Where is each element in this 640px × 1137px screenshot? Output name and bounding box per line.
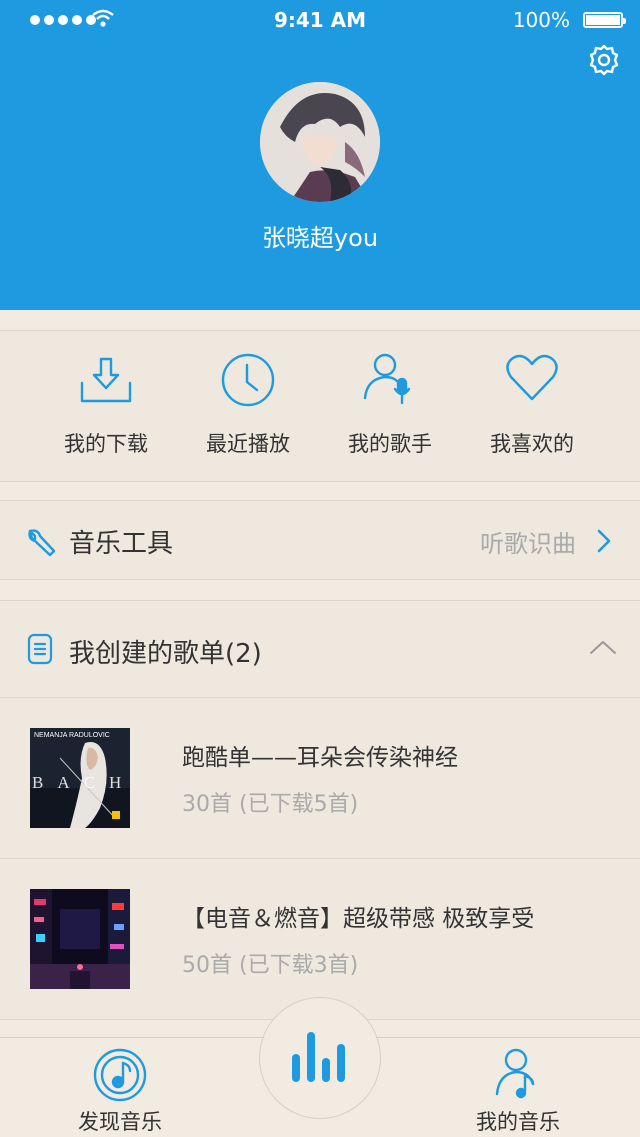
tab-discover-music[interactable]: 发现音乐 [50, 1038, 190, 1137]
quick-action-label: 我喜欢的 [490, 432, 574, 456]
playlist-cover: NEMANJA RADULOVIC BACH [30, 728, 130, 828]
tab-my-music[interactable]: 我的音乐 [448, 1038, 588, 1137]
song-recognition-link[interactable]: 听歌识曲 [480, 524, 576, 559]
playlist-count: 30首 (已下载5首) [182, 792, 359, 817]
music-tools-row[interactable]: 音乐工具 听歌识曲 [0, 500, 640, 580]
chevron-up-icon[interactable] [589, 639, 617, 655]
profile-header: 9:41 AM 100% 张晓超you [0, 0, 640, 310]
cover-image [30, 889, 130, 989]
avatar-image [260, 82, 380, 202]
playlist-title: 【电音＆燃音】超级带感 极致享受 [182, 906, 535, 932]
download-icon [80, 357, 132, 403]
username[interactable]: 张晓超you [0, 218, 640, 253]
quick-action-label: 最近播放 [206, 432, 290, 456]
playlist-icon [27, 633, 53, 665]
cover-letters: BACH [32, 773, 130, 792]
quick-action-label: 我的歌手 [348, 432, 432, 456]
heart-icon [506, 354, 558, 401]
equalizer-icon [292, 1032, 345, 1082]
playlist-count: 50首 (已下载3首) [182, 953, 359, 978]
tab-label: 我的音乐 [476, 1110, 560, 1134]
now-playing-button[interactable] [259, 997, 381, 1119]
clock-icon [221, 353, 275, 407]
battery-icon [583, 12, 626, 28]
chevron-right-icon [597, 529, 611, 553]
quick-actions: 我的下载 最近播放 我的歌手 我喜欢的 [0, 330, 640, 482]
settings-gear-icon[interactable] [586, 42, 622, 78]
tab-label: 发现音乐 [78, 1110, 162, 1134]
status-bar: 9:41 AM 100% [0, 0, 640, 40]
playlist-title: 跑酷单——耳朵会传染神经 [182, 745, 458, 771]
my-music-icon [495, 1048, 535, 1099]
created-playlists-section: 我创建的歌单(2) NEMANJA RADULOVIC BACH 跑酷单——耳朵… [0, 600, 640, 1021]
cover-image: NEMANJA RADULOVIC BACH [30, 728, 130, 828]
singer-icon [363, 353, 411, 405]
playlists-title: 我创建的歌单(2) [69, 639, 262, 669]
playlist-cover [30, 889, 130, 989]
quick-action-label: 我的下载 [64, 432, 148, 456]
playlist-item[interactable]: NEMANJA RADULOVIC BACH 跑酷单——耳朵会传染神经 30首 … [0, 698, 640, 859]
user-avatar[interactable] [260, 82, 380, 202]
cover-title: NEMANJA RADULOVIC [34, 732, 110, 739]
music-disc-icon [93, 1048, 147, 1102]
battery-percent: 100% [512, 8, 570, 32]
music-tools-title: 音乐工具 [69, 529, 174, 559]
wrench-icon [28, 529, 56, 557]
playlist-item[interactable]: 【电音＆燃音】超级带感 极致享受 50首 (已下载3首) [0, 859, 640, 1020]
playlists-header[interactable]: 我创建的歌单(2) [0, 601, 640, 698]
